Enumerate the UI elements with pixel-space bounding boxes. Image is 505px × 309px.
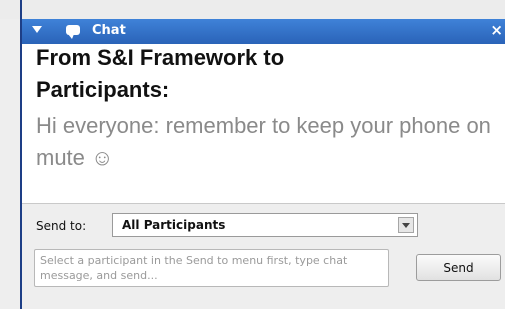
chat-panel-titlebar[interactable]: Chat ×	[22, 19, 505, 44]
collapse-triangle-icon[interactable]	[32, 26, 42, 33]
compose-area: Send to: All Participants Send	[22, 204, 505, 309]
chat-bubble-icon	[66, 25, 80, 39]
recipient-select[interactable]: All Participants	[112, 213, 418, 237]
window-frame-top	[0, 0, 505, 19]
send-to-label: Send to:	[36, 219, 87, 233]
message-sender: From S&I Framework to Participants:	[36, 45, 285, 102]
message-text: Hi everyone: remember to keep your phone…	[36, 113, 491, 170]
send-button[interactable]: Send	[416, 254, 501, 281]
chat-message-area: From S&I Framework to Participants: Hi e…	[22, 44, 505, 203]
chevron-down-icon[interactable]	[398, 217, 414, 233]
panel-title: Chat	[92, 23, 126, 38]
chat-message-input[interactable]	[34, 249, 389, 287]
recipient-select-value: All Participants	[122, 218, 226, 232]
close-icon[interactable]: ×	[490, 21, 503, 39]
